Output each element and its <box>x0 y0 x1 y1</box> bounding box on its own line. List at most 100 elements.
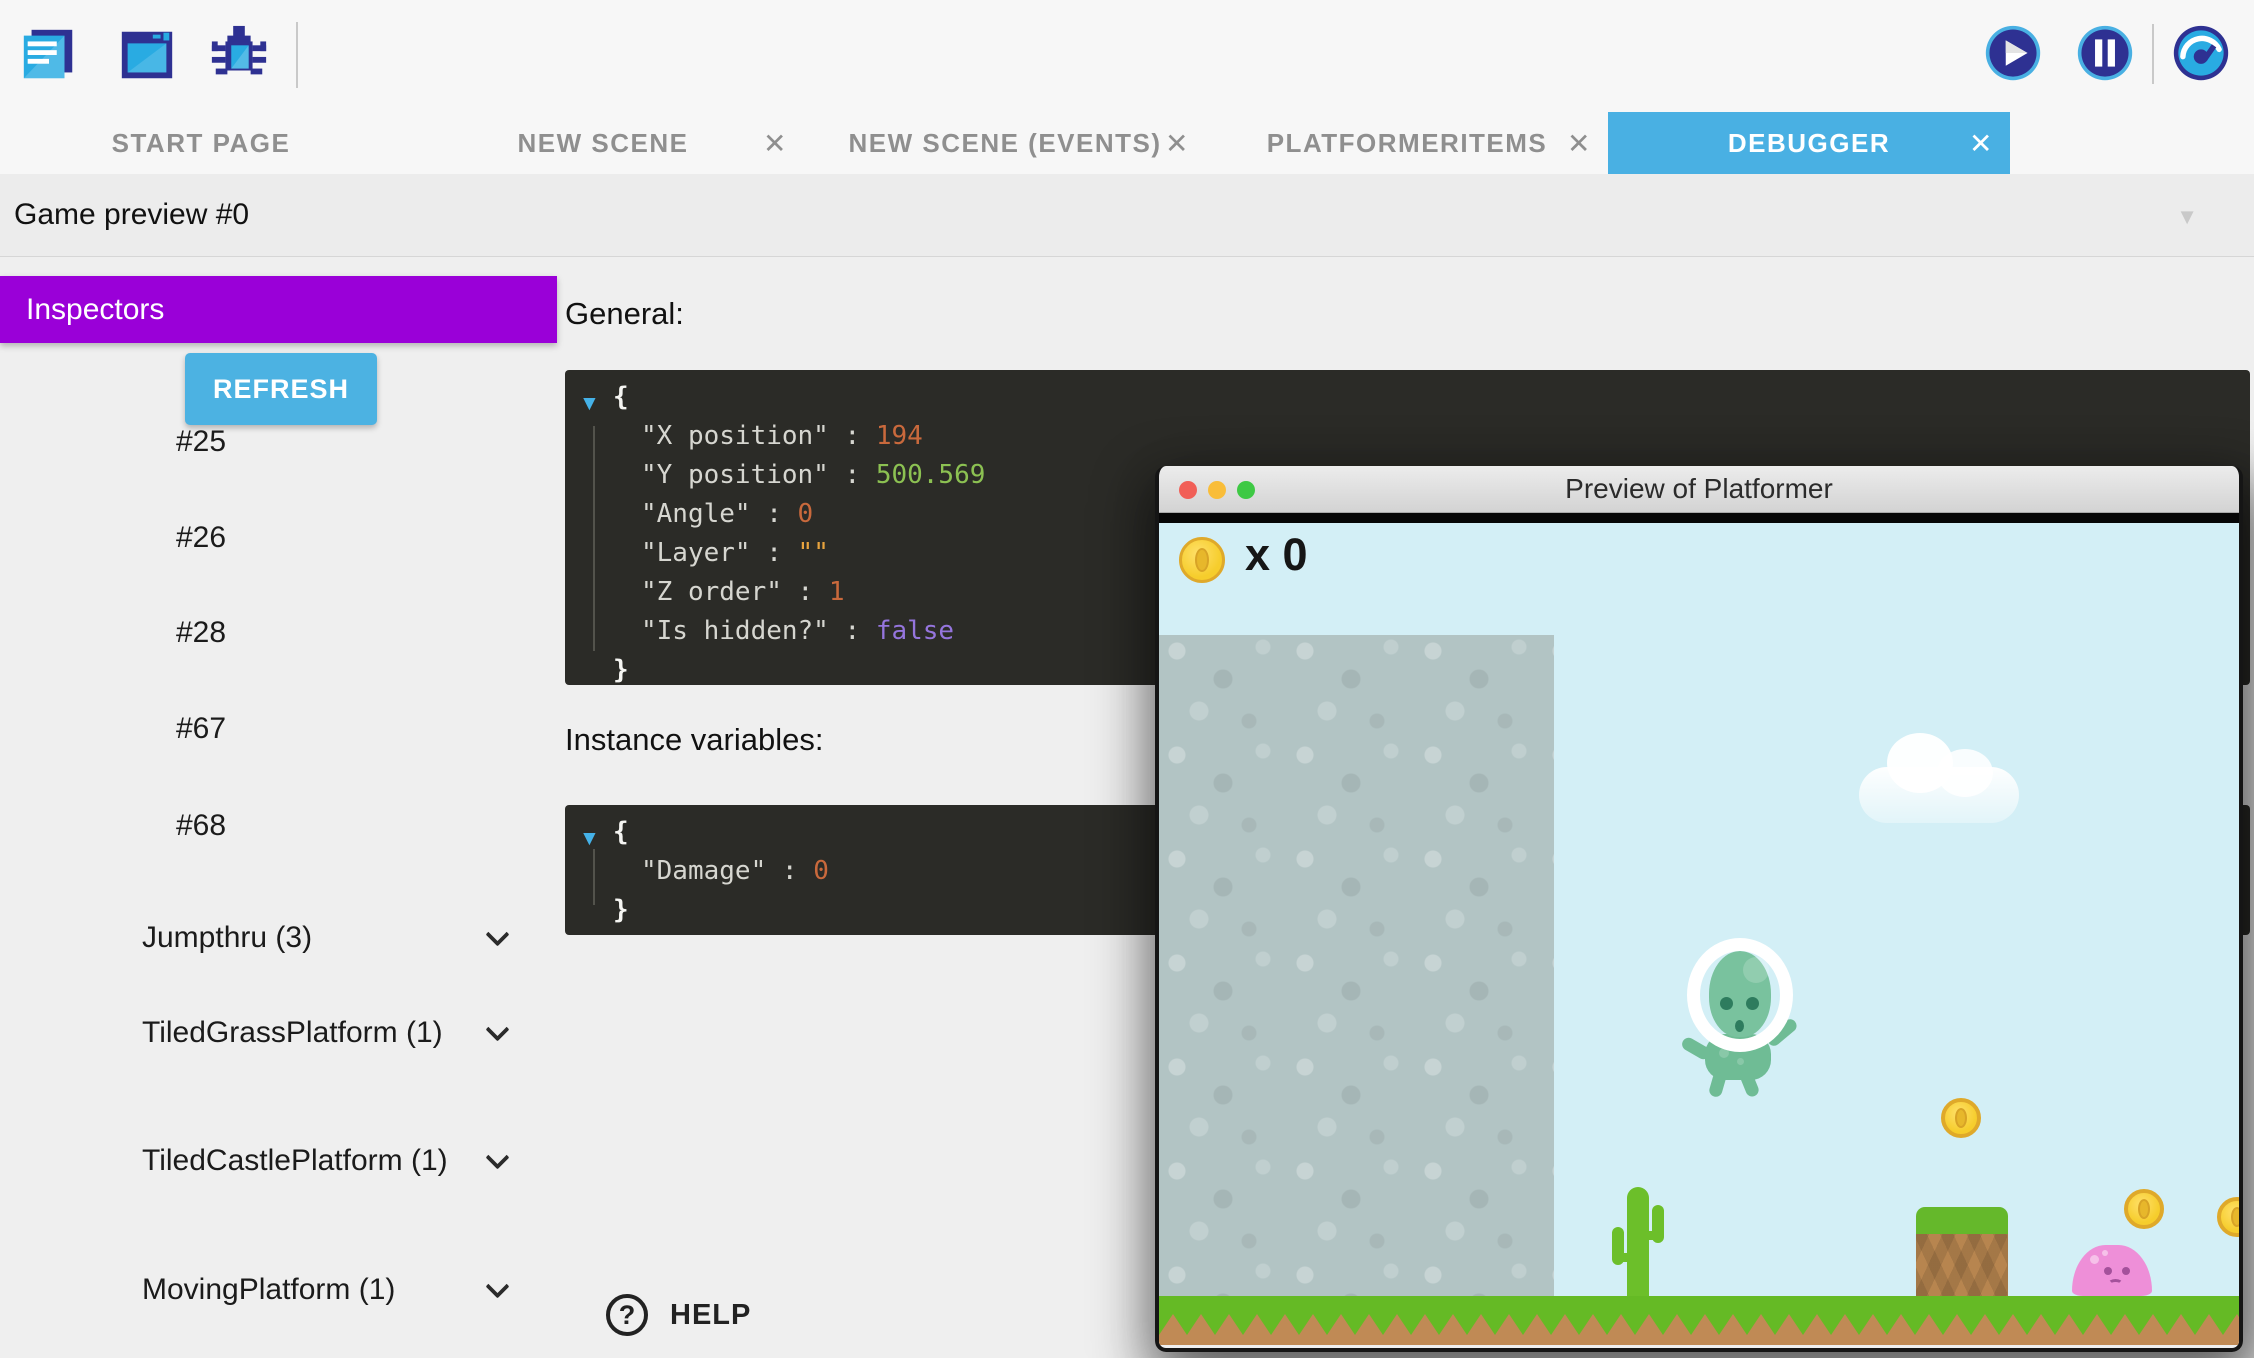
instance-variables-heading: Instance variables: <box>565 722 823 758</box>
game-preview-selector[interactable]: Game preview #0 ▼ <box>0 174 2254 257</box>
json-value: 194 <box>876 421 923 451</box>
sidebar-item-jumpthru-3-[interactable]: Jumpthru (3) <box>142 921 462 955</box>
coin-hud-icon <box>1179 537 1225 583</box>
project-pages-icon[interactable] <box>18 24 80 86</box>
sidebar-item--67[interactable]: #67 <box>176 712 226 746</box>
gdevelop-app: START PAGENEW SCENE✕NEW SCENE (EVENTS)✕P… <box>0 0 2254 1358</box>
coin-hud-count: x 0 <box>1245 529 1308 581</box>
close-tab-icon[interactable]: ✕ <box>1567 127 1592 160</box>
indent-guide <box>593 426 595 651</box>
cloud <box>1859 767 2019 823</box>
grass-platform-block <box>1916 1207 2008 1296</box>
toolbar-divider <box>2152 24 2154 84</box>
ground-zigzag <box>1159 1312 2239 1335</box>
chevron-down-icon[interactable] <box>485 922 509 946</box>
sidebar-item--68[interactable]: #68 <box>176 809 226 843</box>
collapse-triangle-icon[interactable]: ▼ <box>579 384 600 423</box>
chevron-down-icon[interactable] <box>485 1145 509 1169</box>
json-value: 1 <box>829 577 845 607</box>
game-preview-selector-label: Game preview #0 <box>14 198 249 232</box>
json-brace: { <box>565 378 2250 417</box>
indent-guide <box>593 849 595 905</box>
cactus <box>1612 1187 1664 1296</box>
toolbar-divider <box>296 22 298 88</box>
sidebar-item-tiledcastleplatform-1-[interactable]: TiledCastlePlatform (1) <box>142 1144 462 1178</box>
json-value: false <box>876 616 954 646</box>
debug-bug-icon[interactable] <box>208 24 270 86</box>
main-toolbar <box>0 0 2254 112</box>
json-value: "" <box>798 538 829 568</box>
profiler-gauge-icon[interactable] <box>2172 24 2230 82</box>
tab-new-scene-events-[interactable]: NEW SCENE (EVENTS)✕ <box>804 112 1206 174</box>
close-tab-icon[interactable]: ✕ <box>1969 127 1994 160</box>
minimize-window-icon[interactable] <box>1208 481 1226 499</box>
json-key: "Is hidden?" <box>641 616 829 646</box>
preview-window: Preview of Platformer x 0 <box>1155 466 2243 1352</box>
json-separator: : <box>829 616 876 646</box>
tabs-container: START PAGENEW SCENE✕NEW SCENE (EVENTS)✕P… <box>0 112 2010 174</box>
tab-label: NEW SCENE <box>518 128 689 159</box>
help-button[interactable]: ? HELP <box>606 1294 751 1336</box>
tab-new-scene[interactable]: NEW SCENE ✕ <box>402 112 804 174</box>
collapse-triangle-icon[interactable]: ▼ <box>579 819 600 858</box>
sidebar-item-tiledgrassplatform-1-[interactable]: TiledGrassPlatform (1) <box>142 1016 462 1050</box>
close-tab-icon[interactable]: ✕ <box>1165 127 1190 160</box>
refresh-button[interactable]: REFRESH <box>185 353 377 425</box>
sidebar-item--25[interactable]: #25 <box>176 425 226 459</box>
zoom-window-icon[interactable] <box>1237 481 1255 499</box>
json-key: "Angle" <box>641 499 751 529</box>
preview-window-title: Preview of Platformer <box>1565 473 1833 505</box>
json-key: "Layer" <box>641 538 751 568</box>
tab-bar: START PAGENEW SCENE✕NEW SCENE (EVENTS)✕P… <box>0 112 2254 174</box>
json-key: "Damage" <box>641 856 766 886</box>
json-separator: : <box>751 538 798 568</box>
sidebar-item--26[interactable]: #26 <box>176 521 226 555</box>
sidebar-item-movingplatform-1-[interactable]: MovingPlatform (1) <box>142 1273 462 1307</box>
preview-window-titlebar[interactable]: Preview of Platformer <box>1159 466 2239 513</box>
pink-slime-enemy <box>2072 1245 2152 1296</box>
inspectors-header: Inspectors <box>0 276 557 343</box>
tab-platformeritems[interactable]: PLATFORMERITEMS ✕ <box>1206 112 1608 174</box>
bubble-helmet <box>1687 938 1793 1052</box>
tab-label: DEBUGGER <box>1728 128 1890 159</box>
tab-debugger[interactable]: DEBUGGER ✕ <box>1608 112 2010 174</box>
json-separator: : <box>829 421 876 451</box>
help-question-icon: ? <box>606 1294 648 1336</box>
json-separator: : <box>766 856 813 886</box>
json-separator: : <box>829 460 876 490</box>
letterbox-strip <box>1159 513 2239 523</box>
dropdown-arrow-icon[interactable]: ▼ <box>2176 204 2198 230</box>
stone-wall <box>1159 635 1554 1296</box>
close-tab-icon[interactable]: ✕ <box>763 127 788 160</box>
json-separator: : <box>782 577 829 607</box>
chevron-down-icon[interactable] <box>485 1274 509 1298</box>
tab-label: PLATFORMERITEMS <box>1267 128 1548 159</box>
game-canvas: x 0 <box>1159 523 2239 1345</box>
json-key: "Z order" <box>641 577 782 607</box>
grass-ground <box>1159 1296 2239 1345</box>
alien-player <box>1681 938 1805 1090</box>
json-key: "X position" <box>641 421 829 451</box>
general-heading: General: <box>565 296 684 332</box>
inspectors-header-label: Inspectors <box>26 293 164 327</box>
json-value: 0 <box>798 499 814 529</box>
help-button-label: HELP <box>670 1299 751 1332</box>
tab-label: START PAGE <box>112 128 291 159</box>
close-window-icon[interactable] <box>1179 481 1197 499</box>
window-icon[interactable] <box>116 24 178 86</box>
sidebar-item--28[interactable]: #28 <box>176 616 226 650</box>
chevron-down-icon[interactable] <box>485 1017 509 1041</box>
tab-label: NEW SCENE (EVENTS) <box>848 128 1161 159</box>
json-key: "Y position" <box>641 460 829 490</box>
coin <box>1941 1098 1981 1138</box>
coin <box>2124 1189 2164 1229</box>
play-icon[interactable] <box>1984 24 2042 82</box>
json-value: 500.569 <box>876 460 986 490</box>
json-line: "X position" : 194 <box>565 417 2250 456</box>
coin <box>2217 1197 2239 1237</box>
json-separator: : <box>751 499 798 529</box>
pause-icon[interactable] <box>2076 24 2134 82</box>
json-value: 0 <box>813 856 829 886</box>
traffic-lights <box>1179 481 1255 499</box>
tab-start-page[interactable]: START PAGE <box>0 112 402 174</box>
